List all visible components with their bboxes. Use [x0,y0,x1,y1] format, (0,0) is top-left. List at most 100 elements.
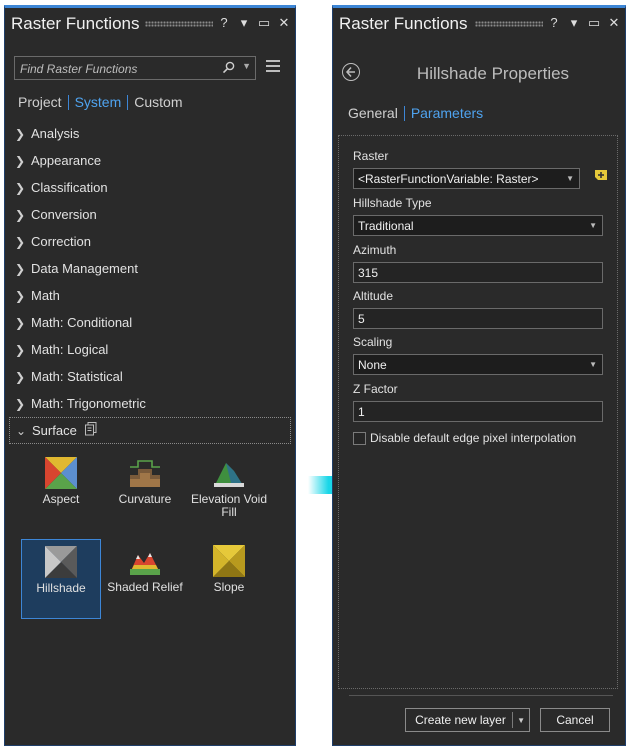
category-label: Math: Conditional [31,315,133,330]
scaling-value: None [358,358,387,372]
search-options-dropdown-icon[interactable]: ▼ [242,61,251,71]
category-classification[interactable]: ❯ Classification [9,174,291,201]
menu-icon[interactable] [266,60,280,75]
tab-project[interactable]: Project [18,94,62,110]
create-button-label: Create new layer [415,713,506,727]
function-hillshade[interactable]: Hillshade [21,539,101,619]
raster-functions-pane: Raster Functions ? ▾ ▭ ✕ ▼ Project Syste… [4,5,296,746]
pane-title: Raster Functions [339,14,468,33]
pane-title: Raster Functions [11,14,140,33]
function-category-tree: ❯ Analysis ❯ Appearance ❯ Classification ❯ C… [9,120,291,444]
hillshade-type-value: Traditional [358,219,414,233]
category-label: Correction [31,234,91,249]
chevron-right-icon: ❯ [15,315,26,330]
search-icon[interactable] [222,61,235,79]
category-correction[interactable]: ❯ Correction [9,228,291,255]
azimuth-value: 315 [358,266,379,280]
split-divider [512,712,513,728]
tab-separator [67,94,69,110]
chevron-right-icon: ❯ [15,261,26,276]
scaling-label: Scaling [353,335,393,349]
help-button[interactable]: ? [217,14,231,32]
maximize-button[interactable]: ▭ [257,14,271,32]
dropdown-arrow-icon: ▼ [589,360,597,369]
zfactor-label: Z Factor [353,382,398,396]
elevation-void-fill-icon [214,463,244,487]
close-button[interactable]: ✕ [607,14,621,32]
hillshade-type-dropdown[interactable]: Traditional ▼ [353,215,603,236]
altitude-field[interactable]: 5 [353,308,603,329]
add-raster-variable-icon[interactable] [593,167,609,188]
category-label: Math: Logical [31,342,109,357]
function-shaded-relief[interactable]: Shaded Relief [105,539,185,619]
hillshade-type-label: Hillshade Type [353,196,432,210]
function-elevation-void-fill[interactable]: Elevation Void Fill [189,451,269,531]
tab-general[interactable]: General [348,105,398,121]
dropdown-arrow-icon: ▼ [566,174,574,183]
raster-dropdown[interactable]: <RasterFunctionVariable: Raster> ▼ [353,168,580,189]
altitude-label: Altitude [353,289,394,303]
category-math-statistical[interactable]: ❯ Math: Statistical [9,363,291,390]
function-curvature[interactable]: Curvature [105,451,185,531]
category-label: Conversion [31,207,97,222]
chevron-right-icon: ❯ [15,207,26,222]
tab-parameters[interactable]: Parameters [411,105,483,121]
category-tabs: Project System Custom [18,94,183,110]
hillshade-icon [45,546,77,578]
category-label: Surface [32,423,77,438]
create-new-layer-button[interactable]: Create new layer ▼ [405,708,530,732]
category-data-management[interactable]: ❯ Data Management [9,255,291,282]
maximize-button[interactable]: ▭ [587,14,601,32]
function-label: Shaded Relief [107,580,183,594]
chevron-down-icon: ⌄ [16,423,27,438]
slope-icon [213,545,245,577]
category-math-trigonometric[interactable]: ❯ Math: Trigonometric [9,390,291,417]
drag-grip[interactable] [145,21,213,27]
search-input[interactable] [15,57,222,81]
category-appearance[interactable]: ❯ Appearance [9,147,291,174]
category-surface[interactable]: ⌄ Surface [9,417,291,444]
hillshade-properties-pane: Raster Functions ? ▾ ▭ ✕ Hillshade Prope… [332,5,626,746]
cancel-button[interactable]: Cancel [540,708,610,732]
tab-separator [403,105,405,121]
properties-tabs: General Parameters [348,105,483,121]
category-math[interactable]: ❯ Math [9,282,291,309]
category-label: Appearance [31,153,102,168]
chevron-down-icon[interactable]: ▼ [517,716,525,725]
copy-icon[interactable] [84,422,97,439]
close-button[interactable]: ✕ [277,14,291,32]
scaling-dropdown[interactable]: None ▼ [353,354,603,375]
category-label: Data Management [31,261,138,276]
chevron-right-icon: ❯ [15,234,26,249]
category-label: Math: Statistical [31,369,123,384]
category-conversion[interactable]: ❯ Conversion [9,201,291,228]
category-math-logical[interactable]: ❯ Math: Logical [9,336,291,363]
options-dropdown-button[interactable]: ▾ [237,14,251,32]
help-button[interactable]: ? [547,14,561,32]
title-bar: Raster Functions ? ▾ ▭ ✕ [333,8,625,38]
chevron-right-icon: ❯ [15,342,26,357]
function-slope[interactable]: Slope [189,539,269,619]
tab-system[interactable]: System [75,94,122,110]
options-dropdown-button[interactable]: ▾ [567,14,581,32]
disable-interpolation-checkbox[interactable] [353,432,366,445]
divider [349,695,613,696]
category-math-conditional[interactable]: ❯ Math: Conditional [9,309,291,336]
shaded-relief-icon [130,553,160,575]
category-analysis[interactable]: ❯ Analysis [9,120,291,147]
zfactor-field[interactable]: 1 [353,401,603,422]
chevron-right-icon: ❯ [15,180,26,195]
tab-custom[interactable]: Custom [134,94,182,110]
curvature-icon [130,460,160,487]
altitude-value: 5 [358,312,365,326]
function-label: Elevation Void Fill [190,492,268,519]
cancel-button-label: Cancel [556,713,594,727]
category-label: Math: Trigonometric [31,396,146,411]
function-aspect[interactable]: Aspect [21,451,101,531]
azimuth-field[interactable]: 315 [353,262,603,283]
drag-grip[interactable] [475,21,543,27]
zfactor-value: 1 [358,405,365,419]
function-label: Slope [213,580,245,594]
azimuth-label: Azimuth [353,243,397,257]
function-label: Hillshade [36,581,86,595]
